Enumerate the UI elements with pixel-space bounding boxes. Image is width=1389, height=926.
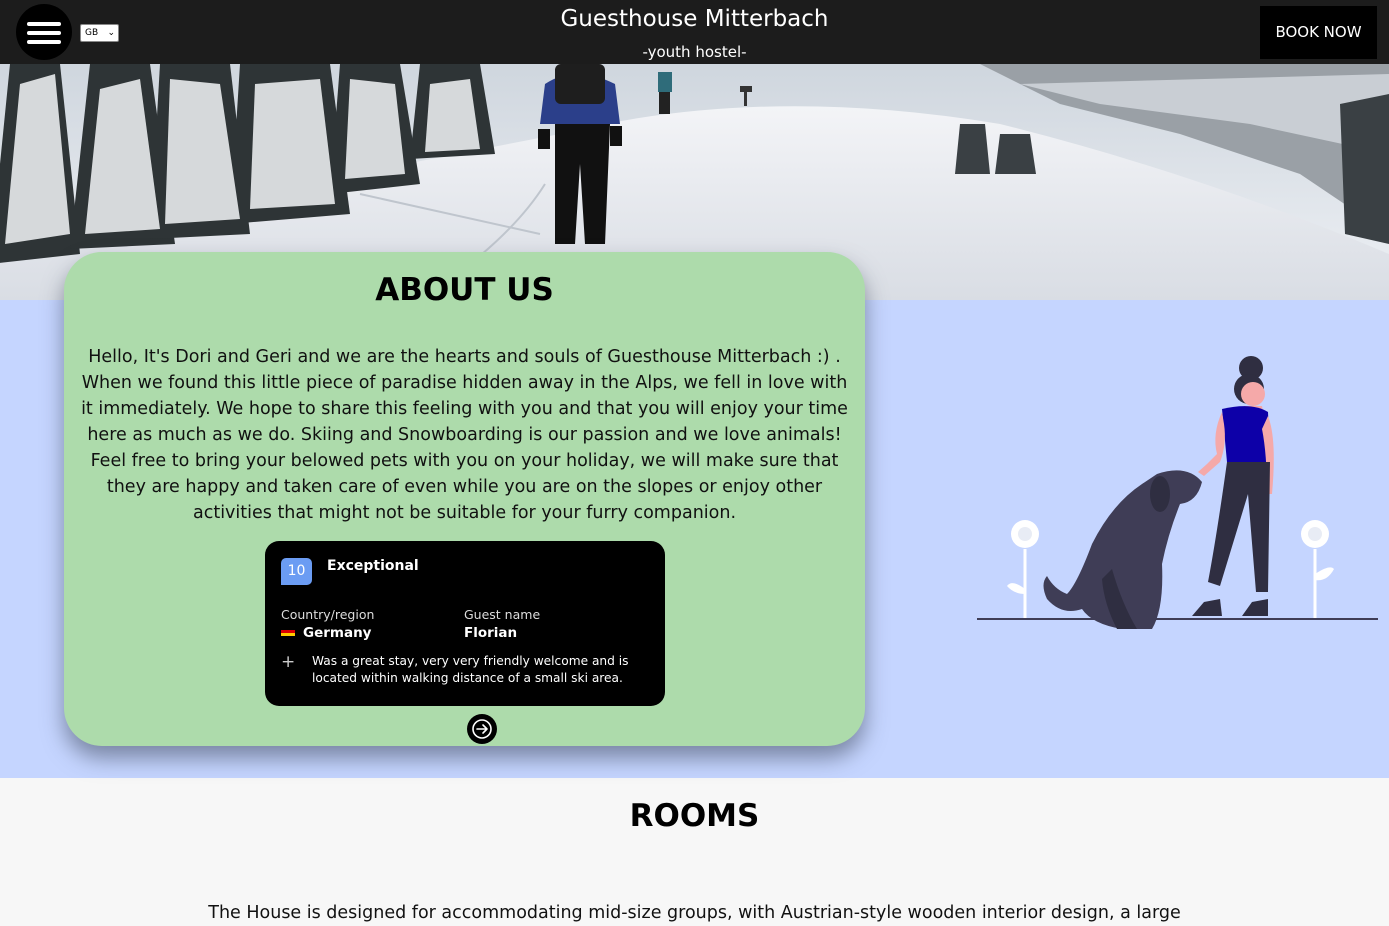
country-label: Country/region (281, 607, 375, 622)
review-score: 10 (281, 558, 312, 585)
country-name: Germany (303, 625, 372, 641)
woman-figure (1192, 356, 1274, 616)
book-now-button[interactable]: BOOK NOW (1260, 6, 1377, 59)
guest-value: Florian (464, 625, 518, 641)
woman-with-dog-illustration (977, 356, 1378, 629)
rooms-text: The House is designed for accommodating … (208, 903, 1181, 923)
rooms-title: ROOMS (629, 798, 760, 834)
about-card: ABOUT US Hello, It's Dori and Geri and w… (64, 252, 865, 746)
flower-right-icon (1301, 520, 1334, 618)
arrow-right-icon (472, 719, 492, 739)
germany-flag-icon (281, 627, 295, 636)
about-text: Hello, It's Dori and Geri and we are the… (81, 347, 848, 523)
site-header: GB ⌄ Guesthouse Mitterbach -youth hostel… (0, 0, 1389, 64)
review-score-label: Exceptional (327, 558, 419, 574)
country-value: Germany (281, 625, 371, 641)
about-title: ABOUT US (375, 272, 554, 308)
review-comment: Was a great stay, very very friendly wel… (312, 654, 629, 685)
plus-icon: + (281, 652, 296, 672)
guest-label: Guest name (464, 607, 541, 622)
site-subtitle: -youth hostel- (642, 43, 747, 61)
next-review-button[interactable] (467, 714, 497, 744)
flower-left-icon (1007, 520, 1039, 618)
dog-figure (1043, 470, 1202, 629)
site-title: Guesthouse Mitterbach (560, 6, 829, 32)
review-card: 10 Exceptional Country/region Germany Gu… (265, 541, 665, 706)
